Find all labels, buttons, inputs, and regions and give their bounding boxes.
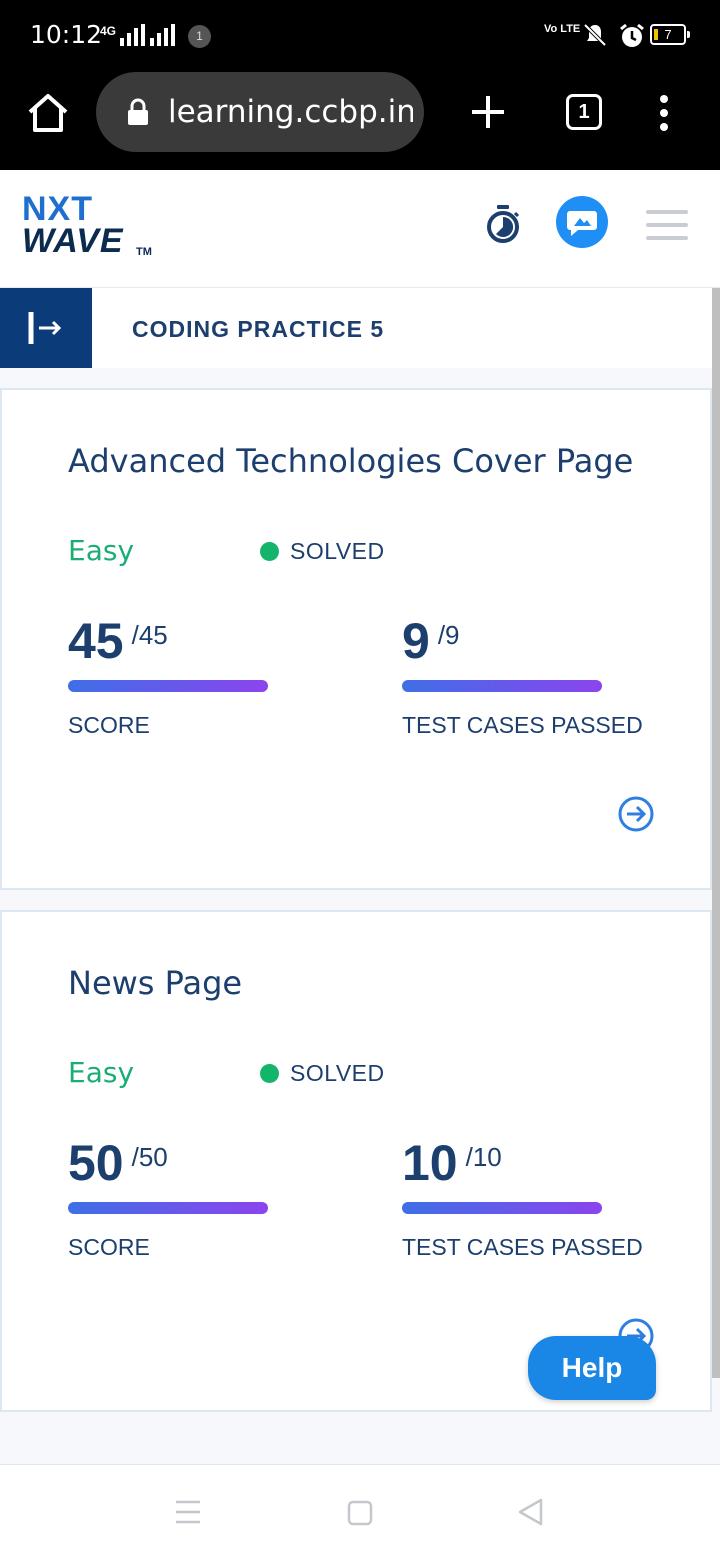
notification-count: 1: [188, 25, 211, 48]
page-title: CODING PRACTICE 5: [132, 316, 385, 342]
hamburger-menu-icon[interactable]: [646, 210, 688, 249]
app-header: NXT WAVE TM: [0, 170, 720, 288]
test-cases-metric: 10/10 TEST CASES PASSED: [402, 1134, 662, 1260]
question-title: News Page: [68, 964, 243, 1002]
score-value: 50: [68, 1135, 124, 1191]
test-cases-value: 9: [402, 613, 430, 669]
score-progress-bar: [68, 680, 268, 692]
score-value: 45: [68, 613, 124, 669]
test-cases-value: 10: [402, 1135, 458, 1191]
signal-icon-2: [150, 24, 175, 46]
score-progress-bar: [68, 1202, 268, 1214]
recent-apps-icon[interactable]: [174, 1499, 202, 1530]
test-cases-progress-bar: [402, 680, 602, 692]
url-text: learning.ccbp.in/: [168, 94, 413, 130]
system-nav-bar: [0, 1464, 720, 1560]
arrow-right-circle-icon[interactable]: [616, 794, 656, 839]
help-button[interactable]: Help: [528, 1336, 656, 1400]
tab-count-button[interactable]: 1: [566, 94, 602, 130]
status-label: SOLVED: [290, 538, 385, 564]
score-label: SCORE: [68, 1234, 150, 1260]
sidebar-expand-button[interactable]: [0, 288, 92, 368]
difficulty-label: Easy: [68, 1056, 135, 1089]
sub-header: CODING PRACTICE 5: [0, 288, 712, 368]
test-cases-label: TEST CASES PASSED: [402, 712, 643, 738]
logo-wave[interactable]: WAVE: [22, 222, 124, 261]
score-total: /45: [131, 620, 168, 650]
battery-icon: 7: [650, 24, 690, 45]
network-type: 4G: [100, 24, 117, 38]
overflow-menu-icon[interactable]: [656, 94, 672, 137]
lock-icon: [126, 98, 150, 131]
stopwatch-icon[interactable]: [484, 204, 522, 249]
mute-icon: [582, 22, 608, 53]
alarm-icon: [618, 22, 646, 55]
solved-status-dot: [260, 542, 279, 561]
solved-status-dot: [260, 1064, 279, 1083]
score-total: /50: [131, 1142, 168, 1172]
browser-toolbar: learning.ccbp.in/ 1: [0, 72, 720, 170]
test-cases-label: TEST CASES PASSED: [402, 1234, 643, 1260]
signal-icon: [120, 24, 145, 46]
scrollbar[interactable]: [712, 288, 720, 1378]
question-card[interactable]: Advanced Technologies Cover Page Easy SO…: [0, 388, 712, 890]
question-title: Advanced Technologies Cover Page: [68, 442, 634, 480]
score-label: SCORE: [68, 712, 150, 738]
test-cases-progress-bar: [402, 1202, 602, 1214]
score-metric: 45/45 SCORE: [68, 612, 328, 738]
back-icon[interactable]: [516, 1497, 544, 1532]
status-label: SOLVED: [290, 1060, 385, 1086]
volte-indicator: Vo LTE: [544, 23, 581, 35]
logo-trademark: TM: [136, 246, 152, 258]
status-bar: 10:12 4G 1 Vo LTE 7: [0, 0, 720, 72]
status-time: 10:12: [30, 20, 103, 49]
address-bar[interactable]: learning.ccbp.in/: [96, 72, 424, 152]
home-icon[interactable]: [26, 92, 70, 139]
new-tab-icon[interactable]: [466, 90, 510, 139]
difficulty-label: Easy: [68, 534, 135, 567]
test-cases-total: /10: [465, 1142, 502, 1172]
test-cases-metric: 9/9 TEST CASES PASSED: [402, 612, 662, 738]
score-metric: 50/50 SCORE: [68, 1134, 328, 1260]
home-nav-icon[interactable]: [346, 1499, 374, 1532]
chat-icon[interactable]: [556, 196, 608, 248]
test-cases-total: /9: [437, 620, 460, 650]
